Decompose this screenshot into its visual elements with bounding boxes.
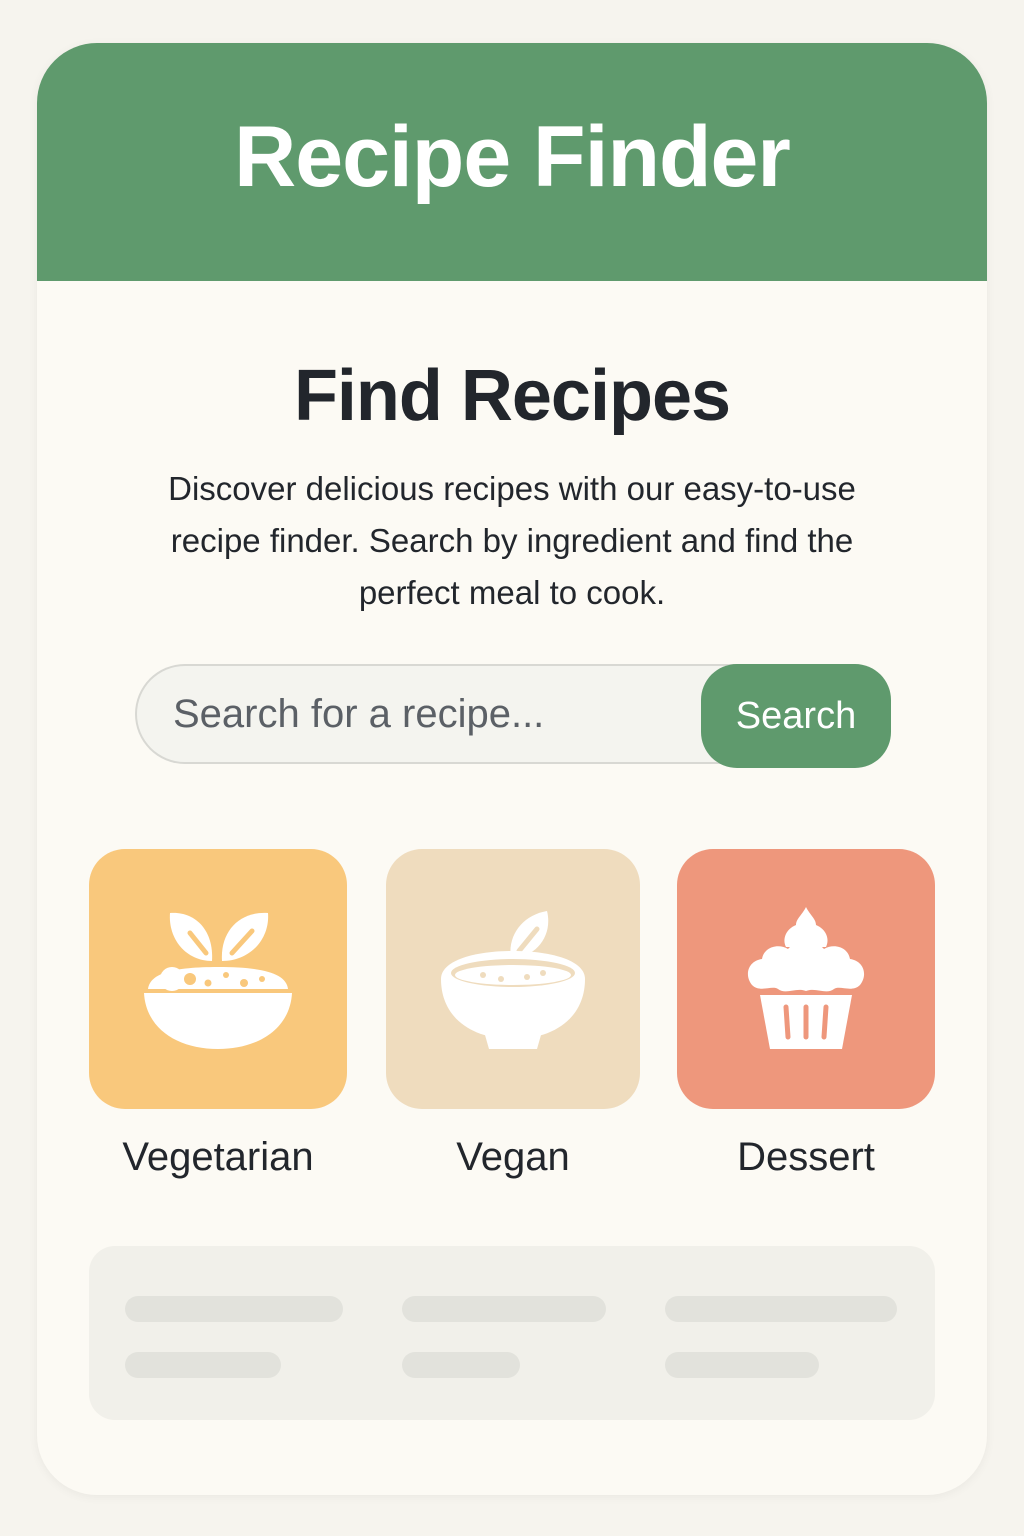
search-input[interactable] — [135, 664, 775, 764]
salad-bowl-icon — [144, 912, 292, 1049]
category-tile-vegetarian[interactable] — [89, 849, 347, 1109]
category-tile-dessert[interactable] — [677, 849, 935, 1109]
category-tile-vegan[interactable] — [386, 849, 640, 1109]
results-skeleton — [89, 1246, 935, 1420]
search-button[interactable]: Search — [701, 664, 891, 768]
cupcake-icon — [747, 907, 865, 1049]
skeleton-line — [125, 1296, 343, 1322]
category-vegetarian[interactable]: Vegetarian — [89, 849, 347, 1180]
bowl-leaf-icon — [441, 911, 585, 1049]
category-vegan[interactable]: Vegan — [386, 849, 640, 1180]
category-label-dessert: Dessert — [737, 1135, 875, 1179]
skeleton-line — [402, 1352, 520, 1378]
skeleton-line — [665, 1352, 819, 1378]
skeleton-line — [665, 1296, 897, 1322]
page-title: Find Recipes — [293, 356, 731, 436]
app-title: Recipe Finder — [234, 108, 791, 205]
category-label-vegan: Vegan — [456, 1135, 570, 1179]
skeleton-line — [402, 1296, 606, 1322]
app-card: Recipe Finder Find Recipes Discover deli… — [37, 43, 987, 1495]
app-header: Recipe Finder — [37, 43, 987, 281]
skeleton-line — [125, 1352, 281, 1378]
category-dessert[interactable]: Dessert — [677, 849, 935, 1180]
category-label-vegetarian: Vegetarian — [122, 1135, 314, 1179]
page-description: Discover delicious recipes with our easy… — [168, 470, 856, 611]
search-bar: Search — [135, 664, 891, 768]
